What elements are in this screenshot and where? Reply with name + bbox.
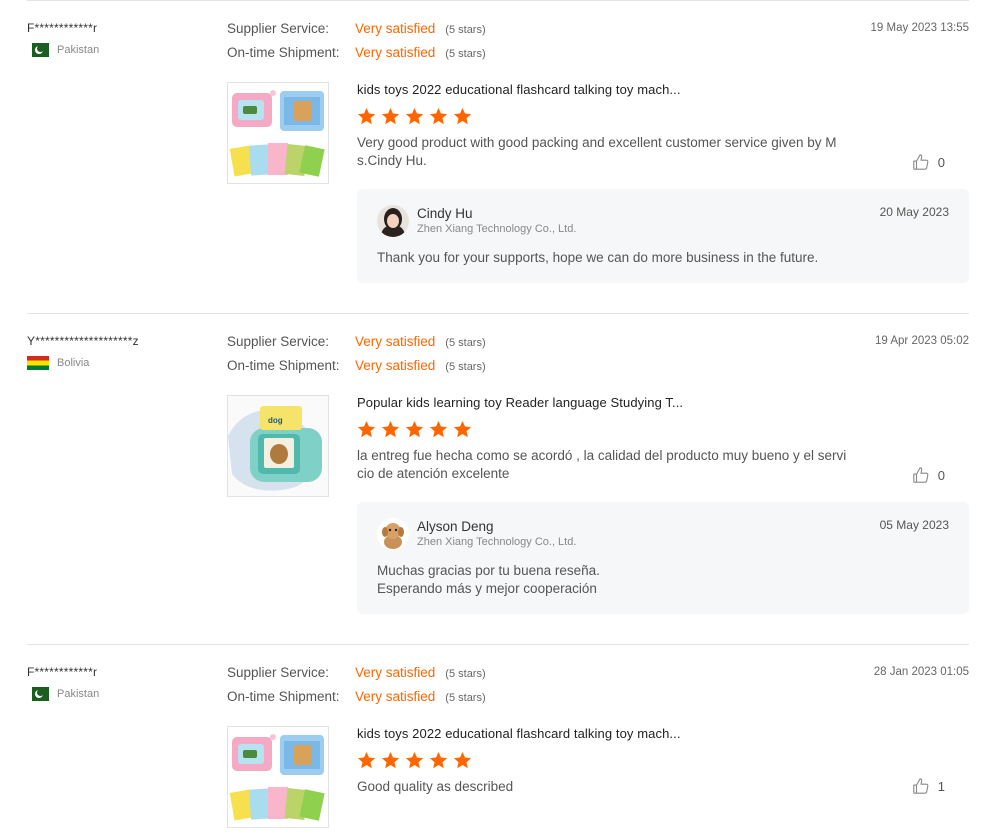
star-icon: [405, 107, 424, 125]
supplier-reply: Alyson Deng Zhen Xiang Technology Co., L…: [357, 502, 969, 614]
buyer-name: F************r: [27, 21, 98, 35]
star-icon: [453, 107, 472, 125]
review-text: Very good product with good packing and …: [357, 135, 837, 168]
star-icon: [405, 420, 424, 438]
country-name: Pakistan: [57, 44, 100, 56]
buyer-country: Pakistan: [27, 43, 99, 57]
rating-row-supplier-service: Supplier Service: Very satisfied (5 star…: [227, 334, 486, 358]
rating-value: Very satisfied: [355, 45, 436, 60]
reply-text: Thank you for your supports, hope we can…: [377, 250, 819, 265]
country-name: Pakistan: [57, 688, 100, 700]
review-text: la entreg fue hecha como se acordó , la …: [357, 448, 847, 481]
reply-company: Zhen Xiang Technology Co., Ltd.: [417, 536, 577, 548]
star-icon: [381, 751, 400, 769]
buyer-country: Pakistan: [27, 687, 99, 701]
rating-stars-text: (5 stars): [445, 692, 486, 704]
rating-label: On-time Shipment:: [227, 45, 340, 60]
review-divider: [27, 0, 969, 1]
product-star-rating: [357, 420, 472, 439]
rating-row-on-time-shipment: On-time Shipment: Very satisfied (5 star…: [227, 358, 486, 382]
star-icon: [453, 751, 472, 769]
rating-stars-text: (5 stars): [445, 337, 486, 349]
product-title-link[interactable]: Popular kids learning toy Reader languag…: [357, 395, 683, 410]
review-date: 19 Apr 2023 05:02: [875, 335, 969, 347]
buyer-name: F************r: [27, 665, 98, 679]
rating-value: Very satisfied: [355, 334, 436, 349]
rating-value: Very satisfied: [355, 21, 436, 36]
flag-bolivia-icon: [27, 356, 49, 370]
star-icon: [453, 420, 472, 438]
star-icon: [429, 751, 448, 769]
review-divider: [27, 313, 969, 314]
avatar: [377, 205, 409, 237]
rating-stars-text: (5 stars): [445, 361, 486, 373]
rating-summary: Supplier Service: Very satisfied (5 star…: [227, 665, 486, 713]
star-icon: [405, 751, 424, 769]
thumbs-up-icon: [913, 467, 929, 483]
card-word: dog: [268, 416, 283, 425]
rating-row-on-time-shipment: On-time Shipment: Very satisfied (5 star…: [227, 689, 486, 713]
helpful-count: 0: [937, 467, 945, 483]
star-icon: [429, 107, 448, 125]
review-item: F************r Pakistan Supplier Service…: [27, 665, 969, 836]
rating-value: Very satisfied: [355, 358, 436, 373]
product-thumbnail[interactable]: [227, 726, 329, 828]
review-divider: [27, 644, 969, 645]
helpful-button[interactable]: 0: [912, 153, 945, 171]
supplier-reply: Cindy Hu Zhen Xiang Technology Co., Ltd.…: [357, 189, 969, 283]
product-title-link[interactable]: kids toys 2022 educational flashcard tal…: [357, 726, 681, 741]
star-icon: [357, 751, 376, 769]
buyer-name: Y********************z: [27, 334, 139, 348]
product-thumbnail[interactable]: [227, 82, 329, 184]
buyer-country: Bolivia: [27, 356, 89, 370]
rating-value: Very satisfied: [355, 689, 436, 704]
star-icon: [381, 420, 400, 438]
rating-row-on-time-shipment: On-time Shipment: Very satisfied (5 star…: [227, 45, 486, 69]
product-star-rating: [357, 107, 472, 126]
rating-row-supplier-service: Supplier Service: Very satisfied (5 star…: [227, 665, 486, 689]
reply-text-line: Muchas gracias por tu buena reseña.: [377, 563, 600, 578]
reply-text-line: Esperando más y mejor cooperación: [377, 581, 597, 596]
star-icon: [357, 107, 376, 125]
helpful-button[interactable]: 1: [912, 777, 945, 795]
reply-author-name: Cindy Hu: [417, 206, 473, 221]
rating-stars-text: (5 stars): [445, 668, 486, 680]
thumbs-up-icon: [913, 778, 929, 794]
review-date: 19 May 2023 13:55: [870, 22, 969, 34]
reply-date: 05 May 2023: [879, 518, 949, 532]
flag-pakistan-icon: [27, 687, 49, 701]
avatar: [377, 518, 409, 550]
star-icon: [381, 107, 400, 125]
review-text: Good quality as described: [357, 779, 514, 794]
rating-summary: Supplier Service: Very satisfied (5 star…: [227, 334, 486, 382]
product-star-rating: [357, 751, 472, 770]
star-icon: [429, 420, 448, 438]
rating-label: Supplier Service:: [227, 334, 330, 349]
flag-pakistan-icon: [27, 43, 49, 57]
rating-label: Supplier Service:: [227, 21, 330, 36]
product-title-link[interactable]: kids toys 2022 educational flashcard tal…: [357, 82, 681, 97]
helpful-count: 0: [937, 154, 945, 170]
review-item: F************r Pakistan Supplier Service…: [27, 21, 969, 291]
reply-company: Zhen Xiang Technology Co., Ltd.: [417, 223, 577, 235]
rating-label: On-time Shipment:: [227, 358, 340, 373]
rating-label: On-time Shipment:: [227, 689, 340, 704]
rating-summary: Supplier Service: Very satisfied (5 star…: [227, 21, 486, 69]
rating-label: Supplier Service:: [227, 665, 330, 680]
reply-author-name: Alyson Deng: [417, 519, 494, 534]
review-item: Y********************z Bolivia Supplier …: [27, 334, 969, 624]
country-name: Bolivia: [57, 357, 90, 369]
thumbs-up-icon: [913, 154, 929, 170]
rating-stars-text: (5 stars): [445, 24, 486, 36]
helpful-button[interactable]: 0: [912, 466, 945, 484]
review-date: 28 Jan 2023 01:05: [873, 666, 969, 678]
star-icon: [357, 420, 376, 438]
product-thumbnail[interactable]: dog: [227, 395, 329, 497]
helpful-count: 1: [937, 778, 945, 794]
rating-stars-text: (5 stars): [445, 48, 486, 60]
rating-row-supplier-service: Supplier Service: Very satisfied (5 star…: [227, 21, 486, 45]
reply-date: 20 May 2023: [879, 205, 949, 219]
rating-value: Very satisfied: [355, 665, 436, 680]
